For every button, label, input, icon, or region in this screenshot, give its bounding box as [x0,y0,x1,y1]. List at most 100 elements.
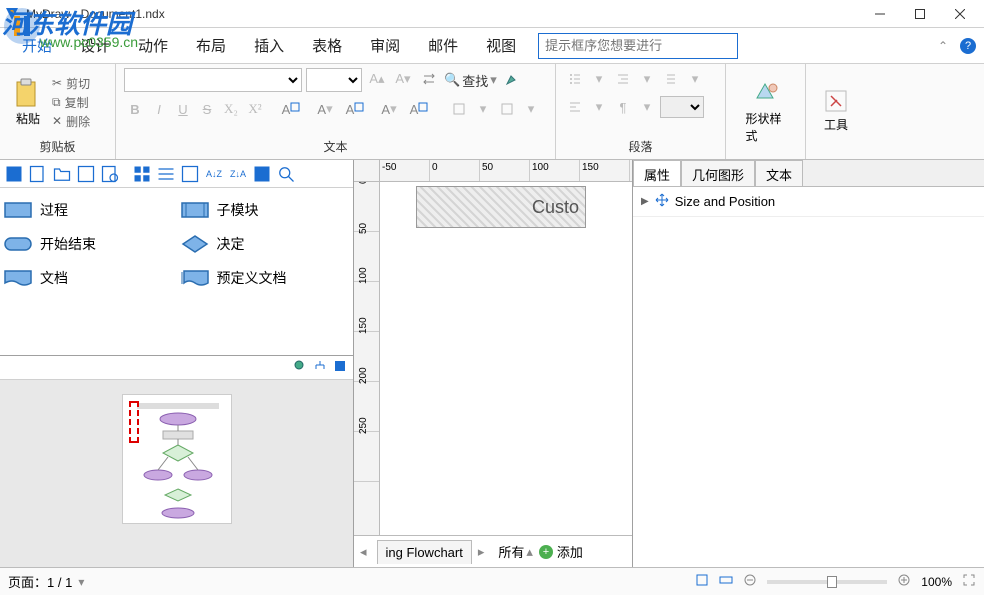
import-icon[interactable] [100,164,120,184]
outdent-button[interactable] [612,68,634,90]
navigator-pane[interactable] [0,380,353,567]
align-left-button[interactable] [564,96,586,118]
filter-icon[interactable] [252,164,272,184]
pilcrow-button[interactable]: ¶ [612,96,634,118]
bullet-list-button[interactable] [564,68,586,90]
cut-button[interactable]: ✂剪切 [52,75,90,92]
help-icon[interactable]: ? [960,38,976,54]
menu-start[interactable]: 开始 [8,29,66,62]
shape-terminator[interactable]: 开始结束 [4,234,173,254]
text-tool-2[interactable]: ▾ [472,98,494,120]
line-spacing-drop[interactable]: ▾ [684,68,706,90]
page-indicator[interactable]: 页面：1 / 1 [8,572,72,591]
collapse-ribbon-icon[interactable]: ⌃ [938,39,948,53]
drawing-stage[interactable]: Custo [380,182,632,535]
format-painter-button[interactable] [501,68,523,90]
strike-button[interactable]: S [196,98,218,120]
page-tab-1[interactable]: ing Flowchart [377,540,472,564]
menu-review[interactable]: 审阅 [356,29,414,62]
decrease-font-button[interactable]: A▾ [392,68,414,90]
minimize-button[interactable] [860,2,900,26]
shape-predefined-doc[interactable]: 预定义文档 [181,268,350,288]
sort-za-icon[interactable]: Z↓A [228,164,248,184]
zoom-in-icon[interactable] [897,573,911,590]
align-center-button[interactable]: ▾ [588,96,610,118]
copy-button[interactable]: ⧉复制 [52,94,90,111]
view-list-icon[interactable] [156,164,176,184]
zoom-slider[interactable] [767,580,887,584]
shape-submodule[interactable]: 子模块 [181,200,350,220]
menu-mail[interactable]: 邮件 [414,29,472,62]
menu-table[interactable]: 表格 [298,29,356,62]
tools-button[interactable]: 工具 [816,88,856,133]
save-icon[interactable] [4,164,24,184]
font-color-button[interactable]: A [278,98,308,120]
zoom-level[interactable]: 100% [921,575,952,589]
text-tool-1[interactable] [448,98,470,120]
scroll-right-icon[interactable]: ▸ [472,544,491,560]
font-family-select[interactable] [124,68,302,92]
indent-button[interactable]: ▾ [636,68,658,90]
size-position-row[interactable]: ▶ Size and Position [633,187,984,217]
fullscreen-icon[interactable] [962,573,976,590]
zoom-handle[interactable] [827,576,837,588]
text-tool-3[interactable] [496,98,518,120]
paste-button[interactable]: 粘贴 [8,78,48,127]
view-detail-icon[interactable] [180,164,200,184]
pilcrow-drop[interactable]: ▾ [636,96,658,118]
nav-zoom-icon[interactable] [293,359,307,376]
nav-page-icon[interactable] [333,359,347,376]
zoom-out-icon[interactable] [743,573,757,590]
search-box[interactable] [538,33,738,59]
menu-design[interactable]: 设计 [66,29,124,62]
export-icon[interactable] [76,164,96,184]
add-page-button[interactable]: + 添加 [539,542,583,561]
viewport-indicator[interactable] [129,401,139,443]
replace-icon[interactable] [418,68,440,90]
selected-shape[interactable]: Custo [416,186,586,228]
font-effects-button[interactable]: A▾ [374,98,404,120]
tab-geometry[interactable]: 几何图形 [681,160,755,186]
tab-properties[interactable]: 属性 [633,160,681,186]
find-button[interactable]: 🔍查找▾ [444,68,497,92]
search-input[interactable] [538,33,738,59]
all-pages-label[interactable]: 所有 [498,542,524,561]
fit-width-icon[interactable] [719,573,733,590]
bold-button[interactable]: B [124,98,146,120]
underline-button[interactable]: U [172,98,194,120]
new-shape-icon[interactable] [28,164,48,184]
menu-action[interactable]: 动作 [124,29,182,62]
menu-view[interactable]: 视图 [472,29,530,62]
view-large-icon[interactable] [132,164,152,184]
menu-layout[interactable]: 布局 [182,29,240,62]
number-list-button[interactable]: ▾ [588,68,610,90]
maximize-button[interactable] [900,2,940,26]
line-spacing-button[interactable] [660,68,682,90]
paragraph-style-select[interactable] [660,96,704,118]
shape-document[interactable]: 文档 [4,268,173,288]
subscript-button[interactable]: X₂ [220,98,242,120]
open-shape-icon[interactable] [52,164,72,184]
increase-font-button[interactable]: A▴ [366,68,388,90]
superscript-button[interactable]: X² [244,98,266,120]
tab-text[interactable]: 文本 [755,160,803,186]
shape-process[interactable]: 过程 [4,200,173,220]
chevron-up-icon[interactable]: ▴ [526,544,533,560]
scroll-left-icon[interactable]: ◂ [354,544,373,560]
shape-decision[interactable]: 决定 [181,234,350,254]
shape-style-button[interactable]: 形状样式 [746,78,786,144]
italic-button[interactable]: I [148,98,170,120]
expand-icon[interactable]: ▶ [641,196,649,207]
font-size-select[interactable] [306,68,362,92]
nav-tree-icon[interactable] [313,359,327,376]
search-shapes-icon[interactable] [276,164,296,184]
text-tool-4[interactable]: ▾ [520,98,542,120]
page-thumbnail[interactable] [122,394,232,524]
highlight-button[interactable]: A▾ [310,98,340,120]
sort-az-icon[interactable]: A↓Z [204,164,224,184]
page-menu-icon[interactable]: ▾ [78,575,84,589]
close-button[interactable] [940,2,980,26]
delete-button[interactable]: ✕删除 [52,113,90,130]
menu-insert[interactable]: 插入 [240,29,298,62]
font-style-button[interactable]: A [342,98,372,120]
